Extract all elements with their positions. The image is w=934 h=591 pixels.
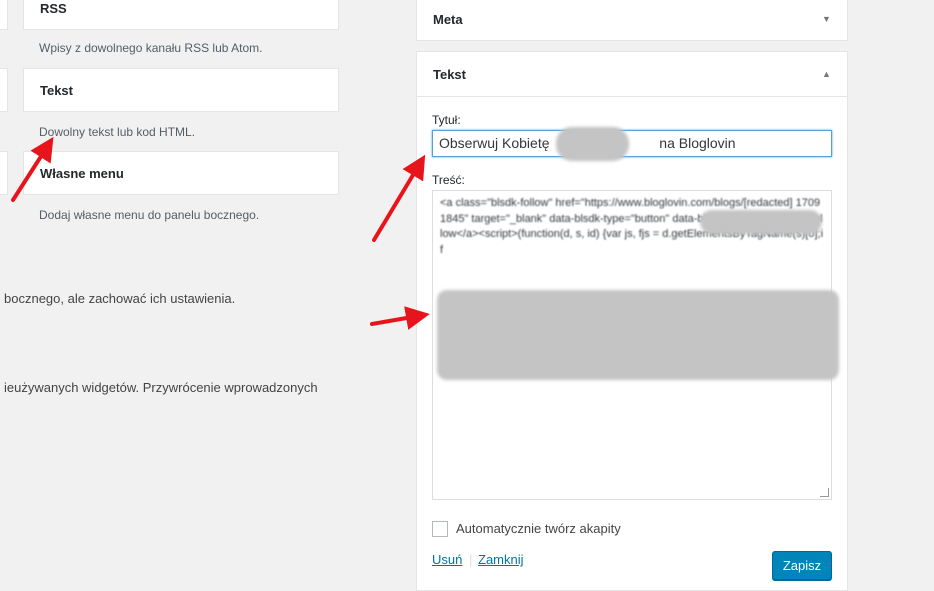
title-input-value-end: na Bloglovin [659,135,736,151]
tekst-widget-title: Tekst [433,67,466,82]
arrow-to-title-input-icon [372,154,426,242]
auto-paragraph-checkbox[interactable] [432,521,448,537]
auto-paragraph-label: Automatycznie twórz akapity [456,521,621,536]
inactive-widgets-text-1: bocznego, ale zachować ich ustawienia. [4,291,236,306]
widget-menu[interactable]: Własne menu [23,151,339,195]
link-separator: | [469,552,473,567]
delete-link[interactable]: Usuń [432,552,462,567]
widget-rss-desc: Wpisy z dowolnego kanału RSS lub Atom. [39,41,263,55]
meta-widget-panel[interactable]: Meta ▼ [416,0,848,41]
expand-arrow-icon[interactable]: ▼ [822,14,831,24]
tekst-widget-header[interactable]: Tekst ▲ [417,52,847,97]
widget-menu-desc: Dodaj własne menu do panelu bocznego. [39,208,260,222]
widget-box-left-edge-2[interactable] [0,68,8,112]
widget-box-left-edge-3[interactable] [0,151,8,195]
redaction-url [700,210,822,234]
widget-tekst[interactable]: Tekst [23,68,339,112]
collapse-arrow-icon[interactable]: ▲ [822,69,831,79]
meta-widget-title: Meta [433,12,463,27]
redaction-title [556,127,629,161]
inactive-widgets-text-2: ieużywanych widgetów. Przywrócenie wprow… [4,380,318,395]
widget-box-left-edge-1[interactable] [0,0,8,30]
widget-rss[interactable]: RSS [23,0,339,30]
title-input-value-start: Obserwuj Kobietę [439,135,550,151]
widget-rss-title: RSS [40,1,67,16]
content-label: Treść: [432,173,465,187]
title-label: Tytuł: [432,113,461,127]
widget-tekst-title: Tekst [40,83,73,98]
resize-handle-icon[interactable] [820,488,829,497]
arrow-to-content-textarea-icon [370,306,430,330]
title-input[interactable]: Obserwuj Kobietę na Bloglovin [432,130,832,157]
close-link[interactable]: Zamknij [478,552,524,567]
widget-menu-title: Własne menu [40,166,124,181]
widget-tekst-desc: Dowolny tekst lub kod HTML. [39,125,196,139]
redaction-code [437,290,839,380]
save-button[interactable]: Zapisz [772,551,832,580]
